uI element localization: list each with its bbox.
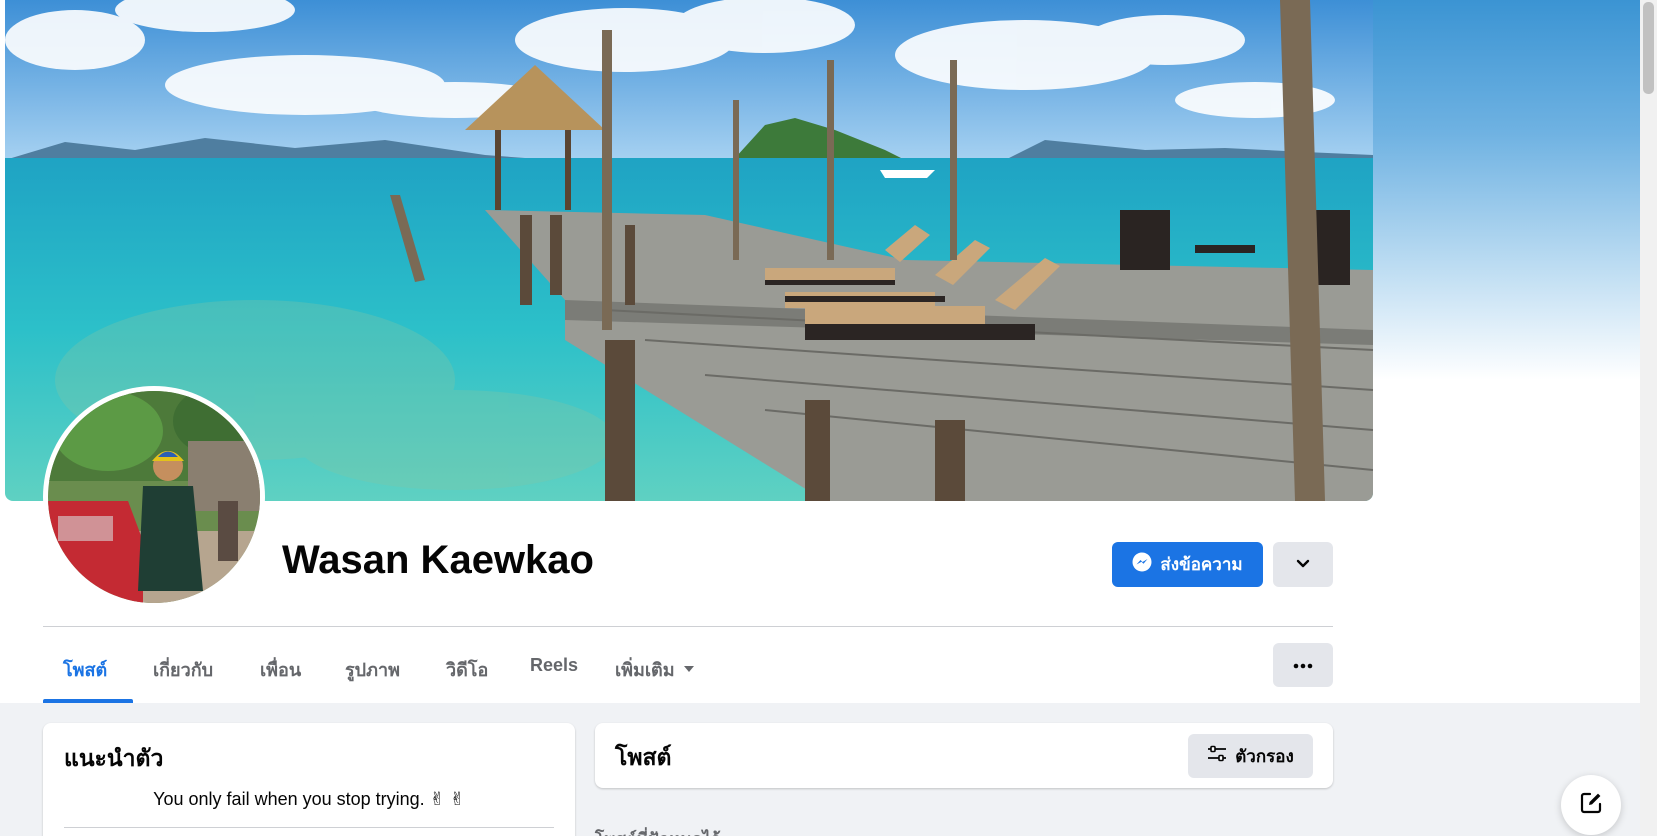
scrollbar-thumb[interactable]	[1643, 2, 1654, 94]
cover-side-fade	[1373, 0, 1640, 380]
tab-posts[interactable]: โพสต์	[63, 643, 107, 703]
tab-reels[interactable]: Reels	[530, 643, 578, 703]
profile-name: Wasan Kaewkao	[282, 538, 594, 582]
intro-title: แนะนำตัว	[64, 745, 164, 771]
tab-more[interactable]: เพิ่มเติม	[615, 643, 695, 703]
intro-divider	[64, 827, 554, 828]
tab-friends[interactable]: เพื่อน	[260, 643, 301, 703]
more-actions-button[interactable]	[1273, 643, 1333, 687]
caret-down-icon	[683, 655, 695, 679]
send-message-button[interactable]: ส่งข้อความ	[1112, 542, 1263, 587]
tab-reels-label: Reels	[530, 655, 579, 675]
tab-friends-label: เพื่อน	[260, 660, 302, 680]
tab-videos[interactable]: วิดีโอ	[446, 643, 488, 703]
messenger-icon	[1132, 552, 1152, 577]
new-message-button[interactable]	[1561, 775, 1621, 835]
tab-photos-label: รูปภาพ	[345, 660, 400, 680]
active-tab-indicator	[43, 699, 133, 703]
tab-more-label: เพิ่มเติม	[615, 660, 675, 680]
page-scrollbar[interactable]	[1640, 0, 1657, 836]
posts-title: โพสต์	[615, 744, 672, 770]
avatar-photo	[48, 391, 260, 603]
filter-button[interactable]: ตัวกรอง	[1188, 734, 1313, 778]
intro-card: แนะนำตัว You only fail when you stop try…	[43, 723, 575, 836]
filter-label: ตัวกรอง	[1235, 746, 1294, 766]
tab-about[interactable]: เกี่ยวกับ	[153, 643, 213, 703]
header-divider	[43, 626, 1333, 627]
tab-photos[interactable]: รูปภาพ	[345, 643, 400, 703]
chevron-down-icon	[1296, 556, 1310, 574]
compose-icon	[1578, 790, 1604, 821]
more-dots-icon	[1293, 656, 1313, 674]
intro-bio: You only fail when you stop trying. ✌ ✌	[153, 789, 465, 809]
profile-avatar[interactable]	[43, 386, 265, 608]
posts-header-card: โพสต์ ตัวกรอง	[595, 723, 1333, 788]
pinned-posts-heading: โพสต์ที่ปักหมุดไว้	[595, 826, 721, 836]
send-message-label: ส่งข้อความ	[1160, 555, 1243, 574]
profile-options-button[interactable]	[1273, 542, 1333, 587]
tab-videos-label: วิดีโอ	[446, 660, 489, 680]
tab-about-label: เกี่ยวกับ	[153, 660, 214, 680]
sliders-icon	[1207, 745, 1227, 768]
tab-posts-label: โพสต์	[63, 660, 108, 680]
